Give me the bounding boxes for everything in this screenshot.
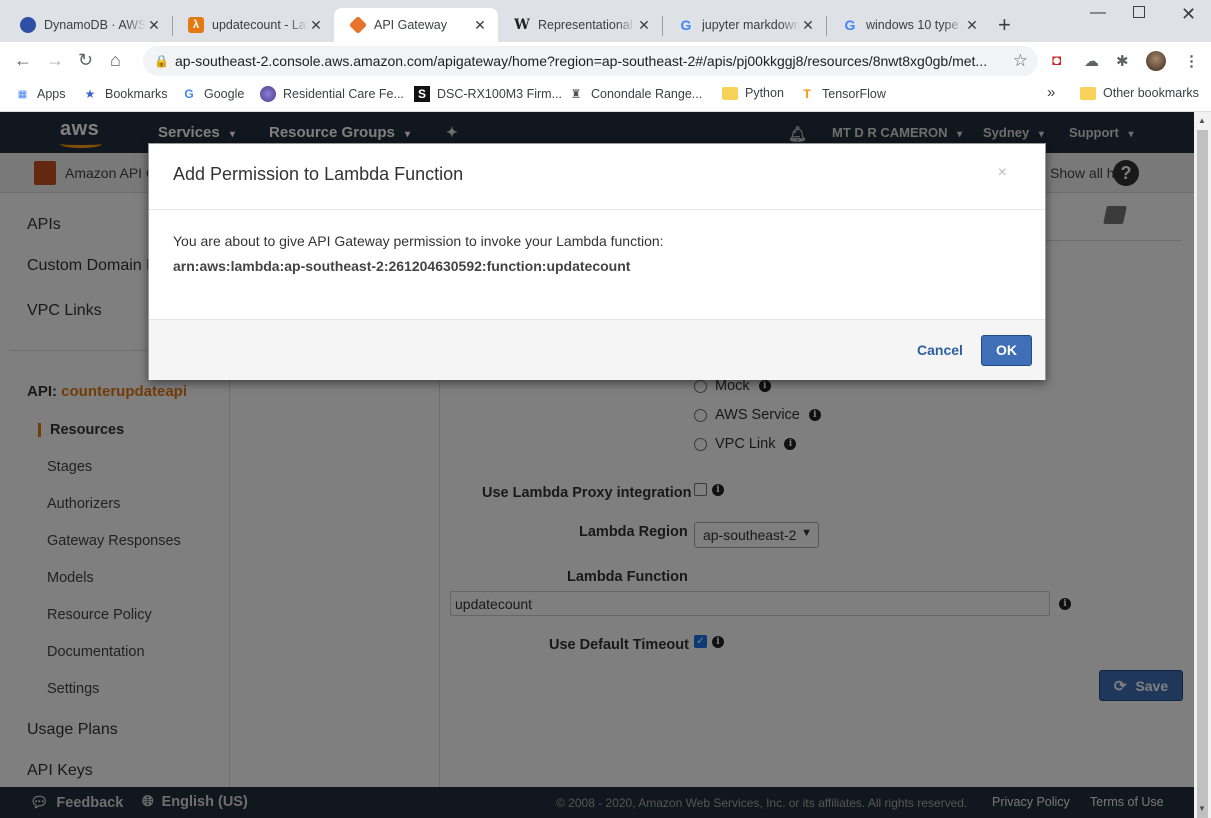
lock-icon: 🔒 [154, 54, 169, 68]
tab-title: updatecount - Lambda [212, 18, 308, 32]
bookmark-other[interactable]: Other bookmarks [1080, 86, 1199, 100]
cancel-button[interactable]: Cancel [917, 342, 963, 358]
dialog-body: You are about to give API Gateway permis… [173, 233, 1023, 274]
bookmark-label: Google [204, 87, 245, 101]
bookmark-star-icon[interactable]: ☆ [1013, 51, 1028, 71]
address-bar[interactable]: 🔒 ap-southeast-2.console.aws.amazon.com/… [143, 46, 1038, 76]
api-gateway-icon [348, 15, 368, 35]
close-tab-icon[interactable]: ✕ [472, 17, 488, 34]
ok-button[interactable]: OK [981, 335, 1032, 366]
bookmark-bookmarks[interactable]: ★ Bookmarks [82, 86, 168, 102]
new-tab-icon[interactable]: + [998, 14, 1011, 36]
globe-icon [260, 86, 276, 102]
close-tab-icon[interactable]: ✕ [146, 17, 162, 34]
browser-menu-icon[interactable]: ⋮ [1184, 52, 1199, 70]
dialog-footer: Cancel OK [149, 319, 1045, 380]
scroll-down-icon[interactable]: ▼ [1198, 804, 1206, 813]
google-icon: G [680, 17, 692, 33]
bookmark-tensorflow[interactable]: T TensorFlow [799, 86, 886, 102]
bookmark-dsc-firmware[interactable]: S DSC-RX100M3 Firm... [414, 86, 562, 102]
crest-icon: ♜ [570, 87, 582, 101]
close-tab-icon[interactable]: ✕ [636, 17, 652, 34]
wikipedia-icon: W [514, 17, 530, 33]
close-tab-icon[interactable]: ✕ [964, 17, 980, 34]
bookmark-label: Residential Care Fe... [283, 87, 404, 101]
profile-avatar[interactable] [1146, 51, 1166, 71]
forward-icon[interactable]: → [46, 51, 64, 69]
dynamodb-icon [20, 17, 36, 33]
tab-title: API Gateway [374, 18, 447, 32]
google-icon: G [184, 87, 194, 101]
bookmark-residential-care[interactable]: Residential Care Fe... [260, 86, 404, 102]
folder-icon [1080, 86, 1096, 100]
bookmarks-overflow-icon[interactable]: » [1047, 84, 1055, 101]
bookmark-python[interactable]: Python [722, 86, 784, 100]
browser-tab-dynamodb[interactable]: DynamoDB · AWS Console ✕ [4, 8, 172, 42]
extensions-puzzle-icon[interactable]: ✱ [1116, 52, 1129, 70]
browser-tab-strip: DynamoDB · AWS Console ✕ λ updatecount -… [0, 0, 1211, 42]
bookmark-label: Python [745, 86, 784, 100]
bookmark-label: Conondale Range... [591, 87, 703, 101]
browser-tab-wikipedia[interactable]: W Representational state transfer ✕ [498, 8, 662, 42]
close-window-icon[interactable]: ✕ [1181, 4, 1196, 25]
bookmark-label: TensorFlow [822, 87, 886, 101]
bookmark-label: DSC-RX100M3 Firm... [437, 87, 563, 101]
bookmark-label: Other bookmarks [1103, 86, 1199, 100]
add-permission-dialog: Add Permission to Lambda Function × You … [148, 143, 1046, 380]
browser-tab-jupyter-search[interactable]: G jupyter markdown ✕ [662, 8, 826, 42]
bookmark-google[interactable]: G Google [181, 86, 244, 102]
sony-icon: S [414, 86, 430, 102]
overflow-chevron: » [1047, 84, 1056, 101]
bookmarks-bar: ▦ Apps ★ Bookmarks G Google Residential … [0, 80, 1211, 112]
scrollbar-thumb[interactable] [1197, 130, 1208, 818]
tab-title: Representational state transfer [538, 18, 636, 32]
bookmark-label: Apps [37, 87, 66, 101]
browser-tab-api-gateway[interactable]: API Gateway ✕ [334, 8, 498, 42]
star-icon: ★ [84, 87, 96, 101]
url-text[interactable]: ap-southeast-2.console.aws.amazon.com/ap… [175, 53, 1005, 69]
folder-icon [722, 86, 738, 100]
minimize-icon[interactable]: — [1090, 4, 1106, 22]
tab-title: jupyter markdown [702, 18, 800, 32]
tab-title: windows 10 type emoji [866, 18, 964, 32]
close-tab-icon[interactable]: ✕ [308, 17, 324, 34]
maximize-icon[interactable] [1133, 6, 1145, 18]
home-icon[interactable]: ⌂ [110, 51, 121, 69]
browser-tab-lambda[interactable]: λ updatecount - Lambda ✕ [172, 8, 334, 42]
close-tab-icon[interactable]: ✕ [800, 17, 816, 34]
page-scrollbar[interactable]: ▲ ▼ [1194, 112, 1211, 818]
dialog-message: You are about to give API Gateway permis… [173, 233, 664, 249]
reload-icon[interactable]: ↻ [78, 51, 93, 69]
dialog-title: Add Permission to Lambda Function [173, 164, 464, 184]
bookmark-label: Bookmarks [105, 87, 168, 101]
bookmark-apps[interactable]: ▦ Apps [14, 86, 66, 102]
lambda-icon: λ [188, 17, 204, 33]
tensorflow-icon: T [803, 87, 811, 101]
close-icon[interactable]: × [998, 164, 1007, 182]
bookmark-conondale[interactable]: ♜ Conondale Range... [568, 86, 703, 102]
google-icon: G [844, 17, 856, 33]
dialog-header: Add Permission to Lambda Function × [149, 144, 1045, 210]
scroll-up-icon[interactable]: ▲ [1198, 116, 1206, 125]
browser-tab-emoji-search[interactable]: G windows 10 type emoji ✕ [826, 8, 990, 42]
pocket-extension-icon[interactable]: ◘ [1052, 52, 1061, 69]
apps-grid-icon: ▦ [17, 88, 27, 100]
back-icon[interactable]: ← [14, 51, 32, 69]
tab-title: DynamoDB · AWS Console [44, 18, 146, 32]
cloud-extension-icon[interactable]: ☁ [1084, 52, 1099, 70]
lambda-arn: arn:aws:lambda:ap-southeast-2:2612046305… [173, 258, 631, 274]
